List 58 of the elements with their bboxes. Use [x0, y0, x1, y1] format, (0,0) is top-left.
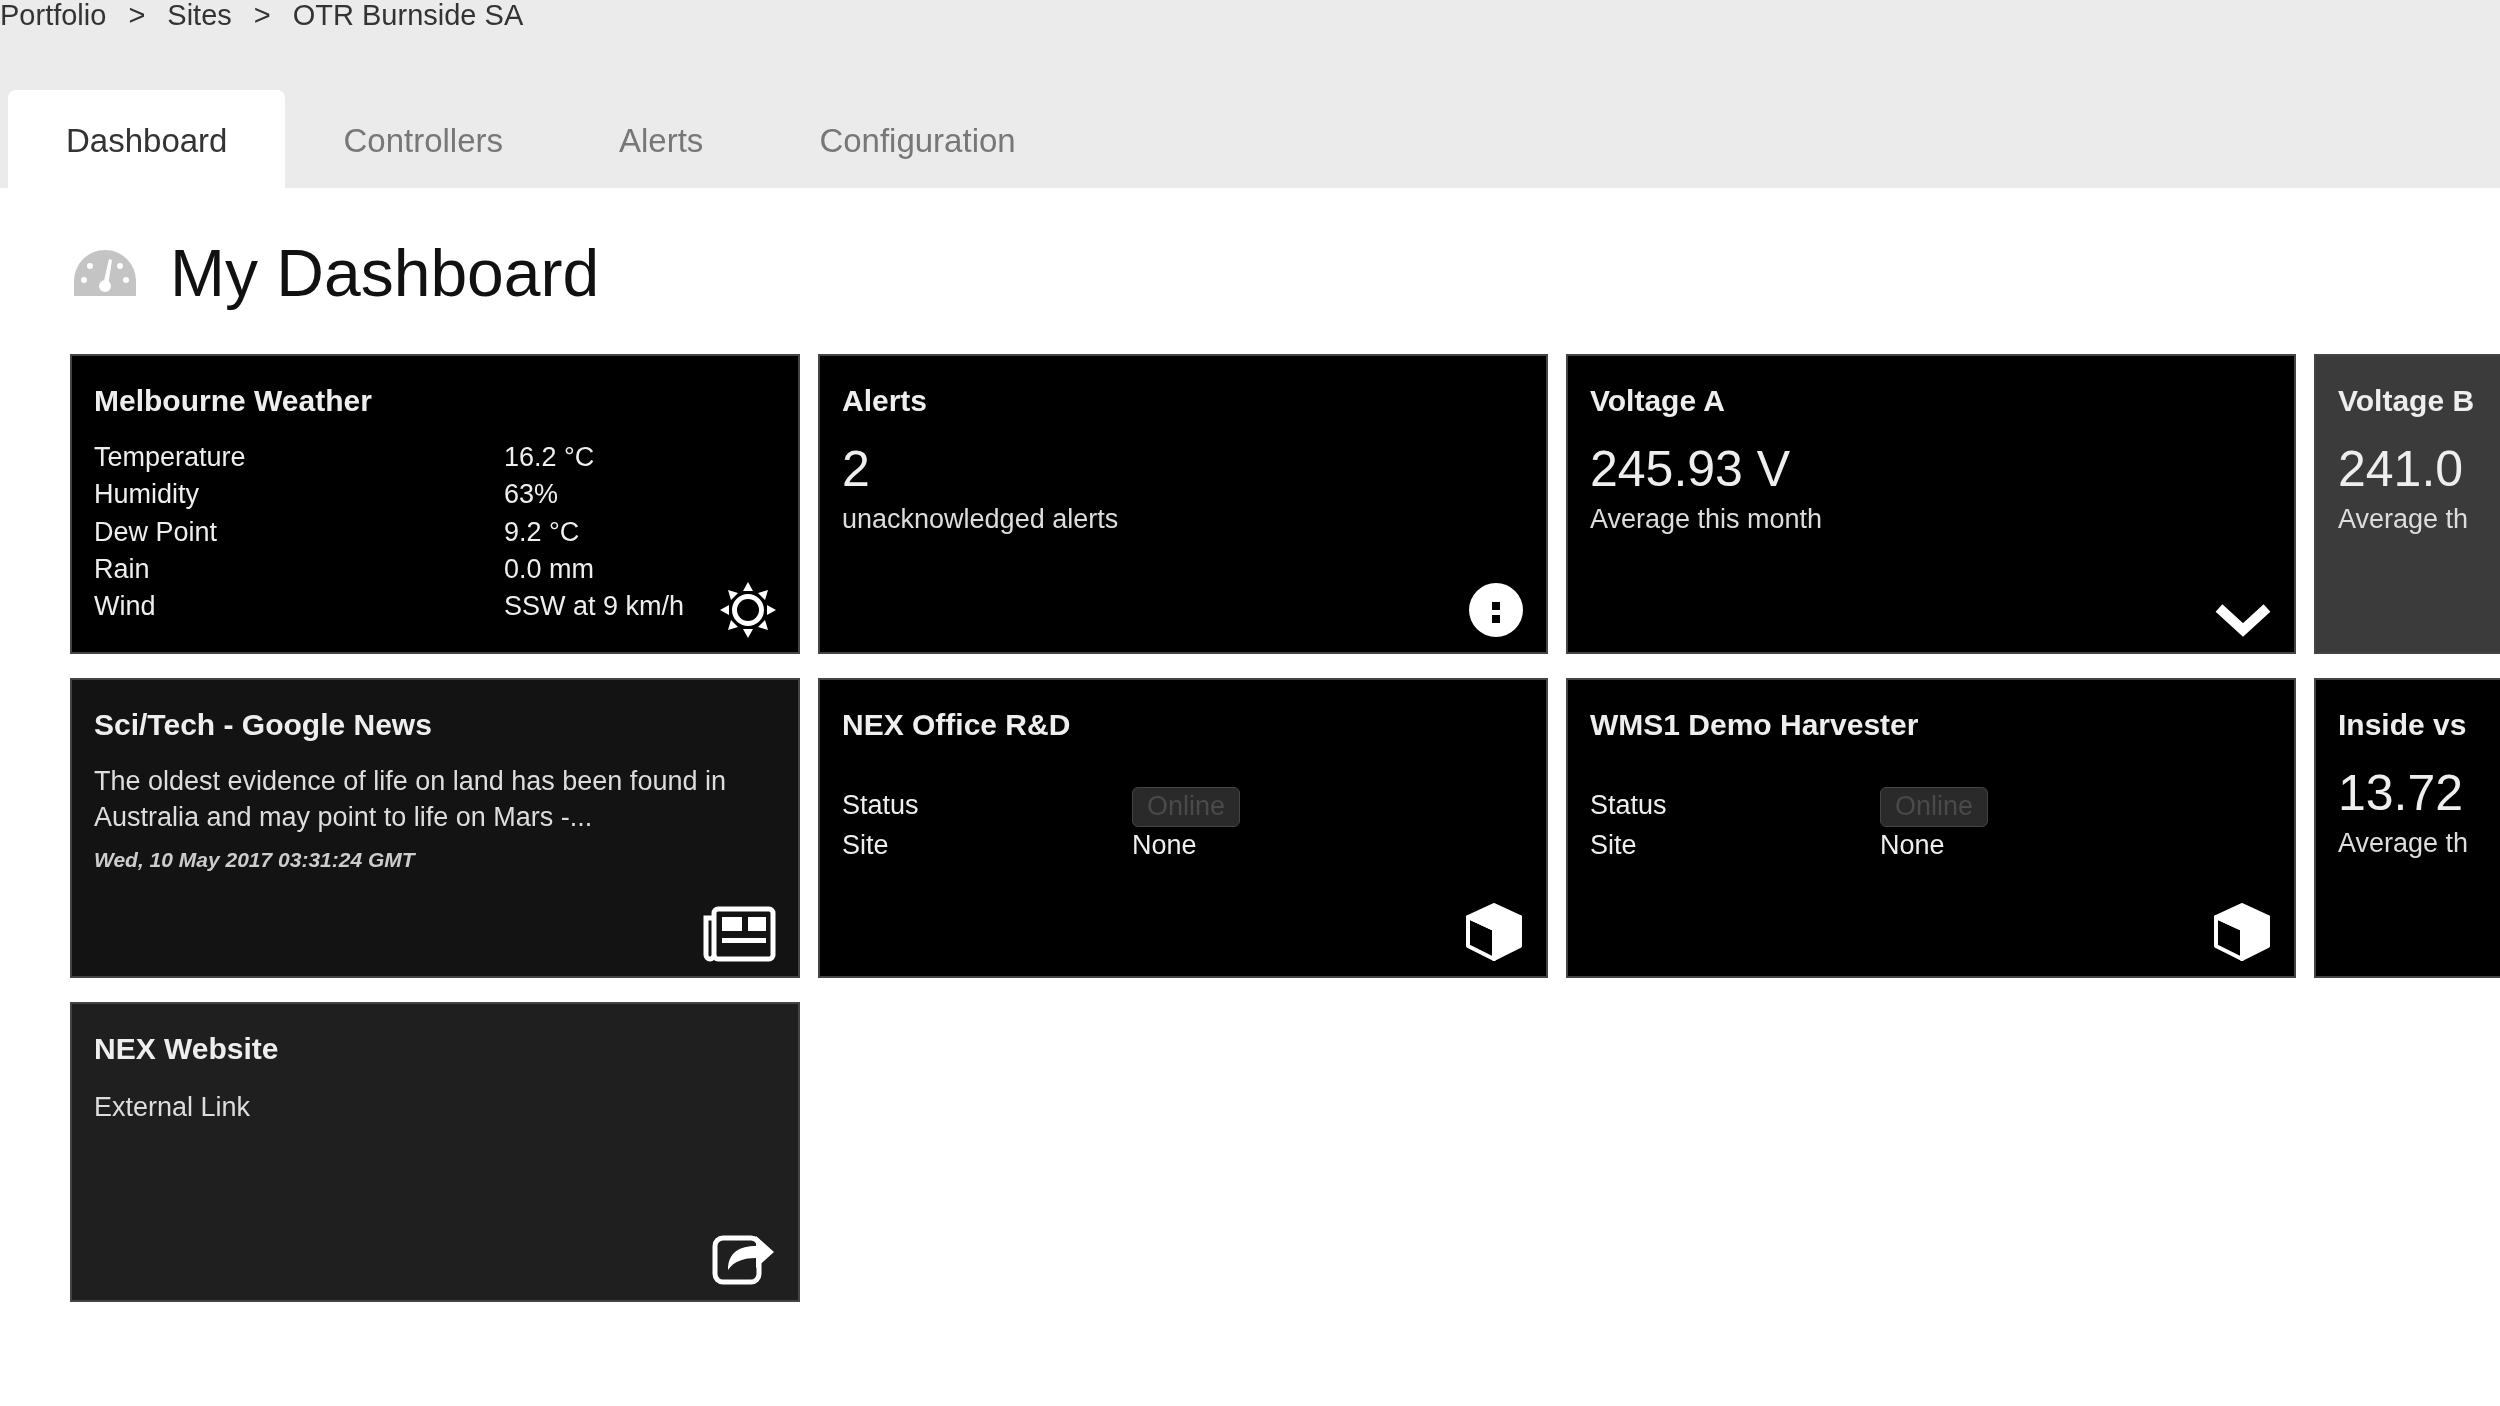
widget-card[interactable]: Alerts 2 unacknowledged alerts: [818, 354, 1548, 654]
big-value: 2: [842, 440, 871, 499]
widget-card[interactable]: Inside vs 13.72 Average th: [2314, 678, 2500, 978]
widget-title: NEX Website: [94, 1031, 280, 1067]
breadcrumb-link[interactable]: Sites: [167, 0, 232, 31]
big-value: 241.0: [2338, 440, 2465, 499]
cube-icon: [1464, 902, 1524, 962]
reading-label: Humidity: [94, 478, 201, 512]
exclamation-circle-icon: [1468, 582, 1524, 638]
status-value: None: [1132, 828, 1198, 862]
reading-label: Temperature: [94, 441, 247, 474]
reading-label: Rain: [94, 552, 151, 586]
status-label: Site: [1590, 828, 1638, 862]
value-caption: Average th: [2338, 503, 2470, 536]
tab[interactable]: Controllers: [285, 90, 561, 188]
widget-card[interactable]: NEX Website External Link: [70, 1002, 800, 1302]
big-value: 13.72: [2338, 764, 2465, 823]
newspaper-icon: [702, 906, 776, 962]
reading-value: 9.2 °C: [504, 515, 581, 549]
widget-title: Voltage A: [1590, 383, 1726, 419]
status-value: None: [1880, 828, 1946, 862]
status-label: Status: [1590, 789, 1668, 822]
news-date: Wed, 10 May 2017 03:31:24 GMT: [94, 846, 417, 873]
big-value: 245.93 V: [1590, 440, 1792, 499]
value-caption: Average this month: [1590, 503, 1824, 536]
cube-icon: [2212, 902, 2272, 962]
reading-value: 0.0 mm: [504, 552, 596, 586]
status-label: Status: [842, 789, 920, 822]
widget-title: Inside vs: [2338, 707, 2468, 743]
widget-title: WMS1 Demo Harvester: [1590, 707, 1920, 743]
breadcrumb-separator: >: [253, 0, 271, 31]
tab[interactable]: Dashboard: [8, 90, 286, 188]
sun-icon: [720, 582, 776, 638]
reading-value: 63%: [504, 478, 560, 512]
widget-card[interactable]: Voltage A 245.93 V Average this month: [1566, 354, 2296, 654]
widget-title: Melbourne Weather: [94, 383, 373, 419]
value-caption: unacknowledged alerts: [842, 503, 1120, 536]
tab[interactable]: Alerts: [561, 90, 762, 188]
reading-value: 16.2 °C: [504, 441, 596, 474]
status-label: Site: [842, 828, 890, 862]
breadcrumb-separator: >: [128, 0, 146, 31]
reading-value: SSW at 9 km/h: [504, 590, 685, 623]
widget-title: Alerts: [842, 383, 929, 419]
breadcrumb-current: OTR Burnside SA: [292, 0, 524, 31]
widget-title: NEX Office R&D: [842, 707, 1072, 743]
value-caption: Average th: [2338, 827, 2470, 860]
link-caption: External Link: [94, 1091, 252, 1124]
widget-card[interactable]: Voltage B 241.0 Average th: [2314, 354, 2500, 654]
reading-label: Dew Point: [94, 515, 219, 549]
news-headline: The oldest evidence of life on land has been found in Australia and may point to life on Mars -...: [94, 765, 727, 835]
widget-title: Voltage B: [2338, 383, 2476, 419]
breadcrumb-link[interactable]: Portfolio: [0, 0, 107, 31]
widget-title: Sci/Tech - Google News: [94, 707, 433, 743]
reading-label: Wind: [94, 590, 157, 623]
tab[interactable]: Configuration: [761, 90, 1074, 188]
gauge-icon: [72, 248, 138, 298]
widget-card[interactable]: Sci/Tech - Google News The oldest evidence of life on land has been found in Australia and may point to life on Mars -... Wed, 10 May 2017 03:31:24 GMT: [70, 678, 800, 978]
widget-card[interactable]: Melbourne Weather Temperature 16.2 °C Humidity 63% Dew Point 9.2 °C Rain 0.0 mm Wind SSW at 9 km/h: [70, 354, 800, 654]
